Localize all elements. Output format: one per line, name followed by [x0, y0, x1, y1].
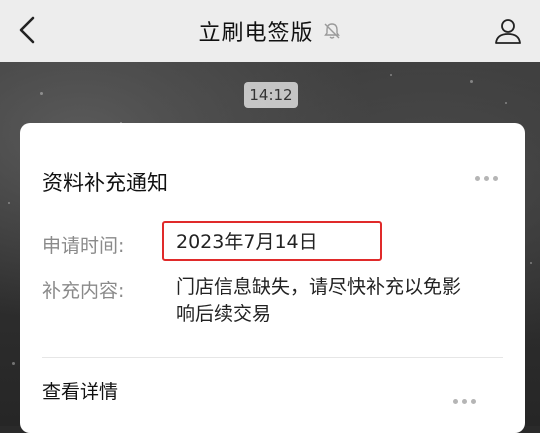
- details-more-button[interactable]: [447, 391, 481, 411]
- chat-title: 立刷电签版: [198, 21, 314, 46]
- view-details-link[interactable]: 查看详情: [42, 377, 118, 404]
- more-dots-icon: [474, 175, 498, 181]
- top-bar: 立刷电签版: [0, 0, 540, 62]
- profile-button[interactable]: [488, 11, 528, 51]
- card-more-button[interactable]: [469, 167, 503, 189]
- message-timestamp: 14:12: [244, 82, 298, 108]
- header-title-wrap: 立刷电签版: [0, 0, 540, 62]
- supplement-content-label: 补充内容:: [42, 280, 125, 302]
- supplement-content-line-1: 门店信息缺失，请尽快补充以免影: [176, 276, 462, 298]
- card-title: 资料补充通知: [42, 171, 168, 195]
- more-dots-icon: [452, 398, 476, 404]
- notification-card[interactable]: 资料补充通知 申请时间: 2023年7月14日 补充内容: 门店信息缺失，请尽快…: [20, 123, 525, 433]
- apply-time-label: 申请时间:: [42, 235, 125, 257]
- supplement-content-line-2: 响后续交易: [176, 303, 272, 325]
- user-icon: [495, 19, 521, 44]
- bell-muted-icon: [323, 23, 340, 39]
- card-divider: [42, 357, 503, 358]
- apply-time-value: 2023年7月14日: [176, 231, 318, 253]
